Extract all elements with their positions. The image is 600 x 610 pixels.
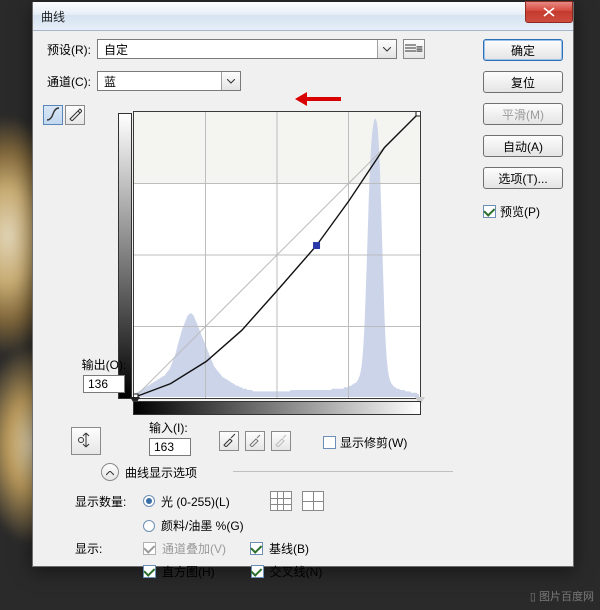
show-clipping-row: 显示修剪(W) [323, 434, 407, 451]
gray-eyedropper[interactable] [245, 431, 265, 451]
disclosure-row: 曲线显示选项 [101, 463, 197, 481]
input-input[interactable] [149, 438, 191, 456]
white-eyedropper[interactable] [271, 431, 291, 451]
chevron-up-icon [106, 465, 114, 479]
output-field-group: 输出(O): [75, 356, 133, 393]
window-title: 曲线 [41, 8, 65, 25]
smooth-button: 平滑(M) [483, 103, 563, 125]
input-gradient [133, 401, 421, 415]
grid-small-button[interactable] [270, 491, 292, 511]
divider [233, 471, 453, 472]
radio-pigment[interactable] [143, 520, 155, 532]
display-amount-label: 显示数量: [75, 493, 137, 510]
radio-pigment-label: 颜料/油墨 %(G) [161, 517, 244, 534]
close-icon [543, 7, 555, 17]
options-button[interactable]: 选项(T)... [483, 167, 563, 189]
radio-light[interactable] [143, 495, 155, 507]
channel-overlay-checkbox [143, 542, 156, 555]
preset-menu-button[interactable]: ≡ [403, 39, 425, 59]
channel-value: 蓝 [98, 73, 221, 90]
curve-icon [46, 107, 60, 124]
chevron-down-icon [377, 40, 396, 58]
eyedropper-icon [222, 433, 236, 450]
watermark: ▯ 图片百度网 [530, 588, 594, 604]
show-clipping-checkbox[interactable] [323, 436, 336, 449]
curve-graph[interactable] [133, 111, 421, 399]
curve-mode-toolbar [43, 105, 85, 125]
preview-checkbox[interactable] [483, 205, 496, 218]
disclosure-toggle[interactable] [101, 463, 119, 481]
channel-overlay-label: 通道叠加(V) [162, 540, 226, 557]
display-options-group: 显示数量: 光 (0-255)(L) 颜料/油墨 %(G) 显示: 通道叠加(V… [75, 491, 463, 586]
hand-arrows-icon [77, 431, 95, 452]
input-label: 输入(I): [149, 419, 219, 436]
baseline-checkbox[interactable] [250, 542, 263, 555]
show-clipping-label: 显示修剪(W) [340, 434, 407, 451]
eyedropper-icon [248, 433, 262, 450]
annotation-arrow [295, 91, 341, 107]
preview-label: 预览(P) [500, 203, 540, 220]
curve-pencil-tool[interactable] [65, 105, 85, 125]
menu-icon: ≡ [405, 42, 423, 56]
auto-button[interactable]: 自动(A) [483, 135, 563, 157]
radio-light-label: 光 (0-255)(L) [161, 493, 230, 510]
reset-button[interactable]: 复位 [483, 71, 563, 93]
baseline-label: 基线(B) [269, 540, 309, 557]
show-label: 显示: [75, 540, 137, 557]
chevron-down-icon [221, 72, 240, 90]
eyedropper-icon [274, 433, 288, 450]
pencil-icon [68, 107, 82, 124]
histogram-label: 直方图(H) [162, 563, 215, 580]
curves-dialog: 曲线 预设(R): 自定 ≡ 通道(C): [32, 2, 574, 567]
input-field-group: 输入(I): [149, 419, 219, 456]
preset-combo[interactable]: 自定 [97, 39, 397, 59]
intersection-checkbox[interactable] [251, 565, 264, 578]
close-button[interactable] [525, 1, 573, 23]
channel-label: 通道(C): [47, 73, 91, 90]
black-eyedropper[interactable] [219, 431, 239, 451]
grid-large-button[interactable] [302, 491, 324, 511]
on-image-adjust-tool[interactable] [71, 427, 101, 455]
histogram-checkbox[interactable] [143, 565, 156, 578]
curve-point-tool[interactable] [43, 105, 63, 125]
channel-combo[interactable]: 蓝 [97, 71, 241, 91]
preset-label: 预设(R): [47, 41, 91, 58]
titlebar[interactable]: 曲线 [33, 2, 573, 31]
right-button-panel: 确定 复位 平滑(M) 自动(A) 选项(T)... 预览(P) [483, 39, 563, 220]
preset-value: 自定 [98, 41, 377, 58]
eyedropper-group [219, 431, 291, 451]
intersection-label: 交叉线(N) [270, 563, 323, 580]
output-input[interactable] [83, 375, 125, 393]
output-label: 输出(O): [75, 356, 133, 373]
ok-button[interactable]: 确定 [483, 39, 563, 61]
disclosure-label: 曲线显示选项 [125, 464, 197, 481]
